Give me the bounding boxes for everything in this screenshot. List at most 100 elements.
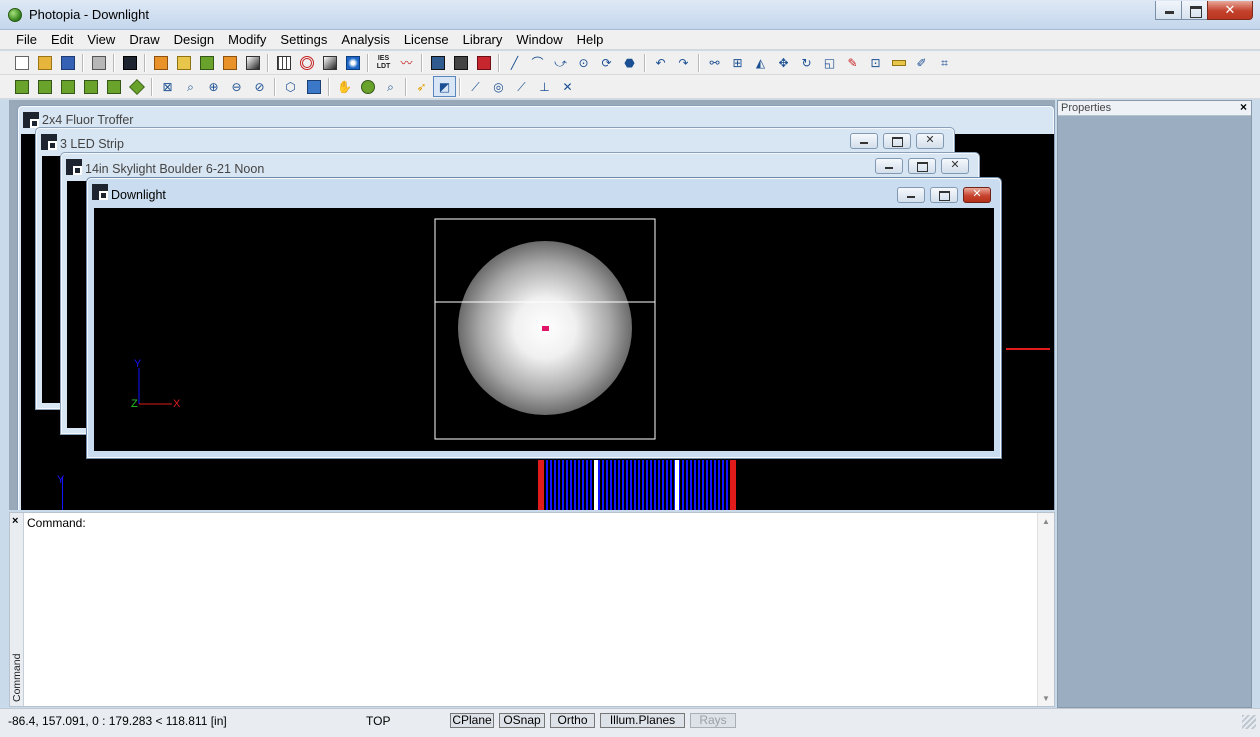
save-icon[interactable] [56,52,79,73]
menu-license[interactable]: License [397,30,456,49]
cube-icon[interactable]: ⬡ [279,76,302,97]
trim-icon[interactable]: ⌗ [933,52,956,73]
menu-modify[interactable]: Modify [221,30,273,49]
line-icon[interactable]: ╱ [503,52,526,73]
view-right-icon[interactable] [33,76,56,97]
restore-button[interactable] [930,187,958,203]
rotate-icon[interactable]: ↻ [795,52,818,73]
menu-edit[interactable]: Edit [44,30,80,49]
photometry-icon[interactable] [218,52,241,73]
pick-point-icon[interactable]: ➶ [410,76,433,97]
menu-library[interactable]: Library [456,30,510,49]
luminaire-marker[interactable] [542,326,549,331]
restore-button[interactable] [1181,1,1208,20]
zoom-realtime-icon[interactable]: ⌕ [379,76,402,97]
view-front-icon[interactable] [10,76,33,97]
shape-icon[interactable]: ⬣ [618,52,641,73]
menu-analysis[interactable]: Analysis [334,30,396,49]
view-left-icon[interactable] [79,76,102,97]
rays-toggle[interactable]: Rays [690,713,736,728]
command-close-icon[interactable]: × [12,515,18,527]
new-document-icon[interactable] [10,52,33,73]
ortho-toggle[interactable]: Ortho [550,713,595,728]
minimize-button[interactable] [897,187,925,203]
target-icon[interactable] [295,52,318,73]
close-button[interactable] [963,187,991,203]
snap-icon[interactable]: ⊡ [864,52,887,73]
snap-intersect-icon[interactable]: ✕ [556,76,579,97]
menu-draw[interactable]: Draw [122,30,166,49]
array-icon[interactable]: ⊞ [726,52,749,73]
rotate-3d-icon[interactable]: ⟳ [595,52,618,73]
monitor-icon[interactable] [426,52,449,73]
snap-perp-icon[interactable]: ⊥ [533,76,556,97]
plane-view-icon[interactable]: ◩ [433,76,456,97]
resize-grip-icon[interactable] [1242,715,1256,729]
blue-render-icon[interactable] [341,52,364,73]
luminaire-icon[interactable] [241,52,264,73]
view-top-icon[interactable] [102,76,125,97]
view-back-icon[interactable] [56,76,79,97]
snap-mid-icon[interactable]: ⟋ [510,76,533,97]
properties-close-icon[interactable]: × [1240,100,1247,114]
menu-settings[interactable]: Settings [273,30,334,49]
view-iso-icon[interactable] [125,76,148,97]
close-button[interactable] [941,158,969,174]
report2-icon[interactable] [172,52,195,73]
command-prompt[interactable]: Command: [27,516,86,530]
illum-planes-toggle[interactable]: Illum.Planes [600,713,685,728]
snap-end-icon[interactable]: ⟋ [464,76,487,97]
grid-icon[interactable] [272,52,295,73]
snap-center-icon[interactable]: ◎ [487,76,510,97]
zoom-extents-icon[interactable]: ⊠ [156,76,179,97]
restore-button[interactable] [908,158,936,174]
curve-icon[interactable]: 〰 [395,52,418,73]
zoom-in-icon[interactable]: ⊕ [202,76,225,97]
gray-render-icon[interactable] [318,52,341,73]
minimize-button[interactable] [1155,1,1182,20]
menu-window[interactable]: Window [509,30,569,49]
window-downlight[interactable]: Downlight ✕ Y X Z [86,177,1002,459]
red-calc-icon[interactable] [472,52,495,73]
arc-icon[interactable]: ⌒ [526,52,549,73]
ies-ldt-icon[interactable]: IES LDT [372,52,395,73]
close-button[interactable] [916,133,944,149]
group-icon[interactable]: ⚯ [703,52,726,73]
undo-icon[interactable]: ↶ [649,52,672,73]
menu-help[interactable]: Help [570,30,611,49]
cplane-toggle[interactable]: CPlane [450,713,494,728]
report-icon[interactable] [149,52,172,73]
open-folder-icon[interactable] [33,52,56,73]
wand-icon[interactable]: ✎ [841,52,864,73]
calculator-icon[interactable] [449,52,472,73]
menu-file[interactable]: File [9,30,44,49]
pencil-icon[interactable]: ✐ [910,52,933,73]
zoom-prev-icon[interactable]: ⊘ [248,76,271,97]
osnap-toggle[interactable]: OSnap [499,713,545,728]
command-scrollbar[interactable]: ▲ ▼ [1037,513,1054,706]
circle-icon[interactable]: ⊙ [572,52,595,73]
polyline-icon[interactable]: ⤻ [549,52,572,73]
minimize-button[interactable] [850,133,878,149]
menu-view[interactable]: View [80,30,122,49]
scroll-up-icon[interactable]: ▲ [1038,517,1054,526]
menu-design[interactable]: Design [167,30,221,49]
print-icon[interactable] [87,52,110,73]
move-icon[interactable]: ✥ [772,52,795,73]
pan-hand-icon[interactable]: ✋ [333,76,356,97]
zoom-window-icon[interactable]: ⌕ [179,76,202,97]
add-viewport-icon[interactable] [118,52,141,73]
scroll-down-icon[interactable]: ▼ [1038,694,1054,703]
calc-icon[interactable] [195,52,218,73]
scale-icon[interactable]: ◱ [818,52,841,73]
sphere-icon[interactable] [356,76,379,97]
close-button[interactable]: ✕ [1207,1,1253,20]
zoom-out-icon[interactable]: ⊖ [225,76,248,97]
cube-shaded-icon[interactable] [302,76,325,97]
redo-icon[interactable]: ↷ [672,52,695,73]
downlight-viewport[interactable]: Y X Z [94,208,994,451]
measure-icon[interactable] [887,52,910,73]
minimize-button[interactable] [875,158,903,174]
restore-button[interactable] [883,133,911,149]
mirror-icon[interactable]: ◭ [749,52,772,73]
